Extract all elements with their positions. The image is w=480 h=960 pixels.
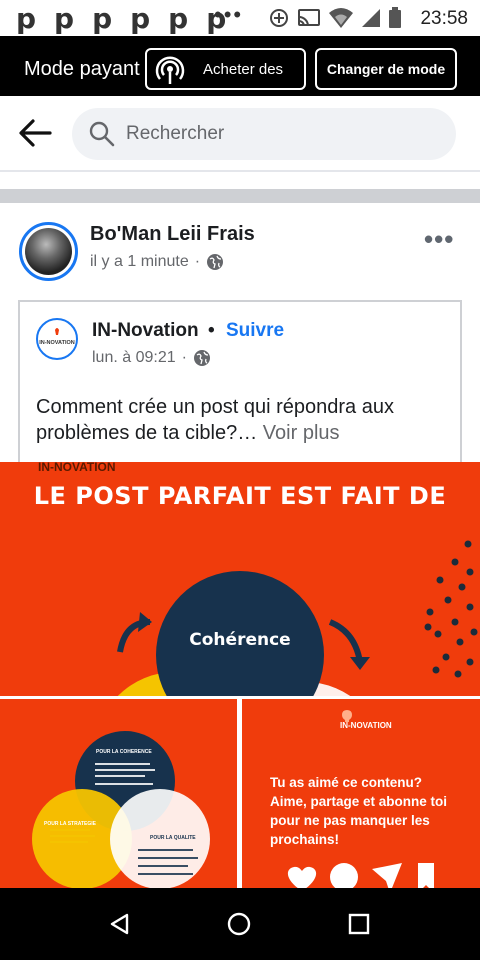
author-avatar[interactable]	[19, 222, 78, 281]
post-image-venn[interactable]: POUR LA COHERENCE POUR LA STRATEGIE POUR…	[0, 699, 237, 888]
author-name[interactable]: Bo'Man Leii Frais	[90, 223, 255, 246]
search-icon	[89, 121, 115, 147]
venn-left-label: POUR LA STRATEGIE	[44, 821, 96, 827]
shared-post-time[interactable]: lun. à 09:21	[92, 349, 176, 367]
data-saver-icon	[270, 9, 288, 27]
send-icon	[372, 863, 402, 888]
bookmark-icon	[418, 863, 434, 888]
globe-icon	[193, 350, 210, 366]
status-bar: pppppp ••• 23:58	[0, 0, 480, 36]
section-divider	[0, 189, 480, 203]
shared-post-meta: lun. à 09:21 ·	[92, 349, 211, 367]
social-actions-icons	[287, 863, 434, 888]
battery-icon	[389, 7, 401, 28]
nav-recents-icon[interactable]	[347, 912, 371, 936]
venn-right-label: POUR LA QUALITE	[150, 835, 196, 841]
page-avatar[interactable]: IN-NOVATION	[36, 318, 78, 360]
post-time[interactable]: il y a 1 minute	[90, 253, 189, 271]
see-more-link[interactable]: Voir plus	[263, 422, 340, 444]
post-meta: il y a 1 minute ·	[90, 253, 224, 271]
dot-pattern	[424, 540, 478, 678]
cast-icon	[298, 9, 320, 27]
follow-link[interactable]: Suivre	[226, 320, 284, 342]
heart-icon	[287, 866, 317, 888]
post-text: Comment crée un post qui répondra aux pr…	[36, 394, 456, 446]
post-body: Comment crée un post qui répondra aux pr…	[36, 396, 394, 444]
meta-separator: ·	[194, 253, 201, 270]
change-mode-button[interactable]: Changer de mode	[315, 48, 457, 90]
shared-meta-separator: ·	[181, 349, 187, 366]
svg-text:IN-NOVATION: IN-NOVATION	[39, 340, 75, 346]
signal-icon	[362, 9, 380, 27]
search-placeholder: Rechercher	[126, 123, 225, 144]
buy-data-button[interactable]: Acheter des	[145, 48, 306, 90]
post-options-icon[interactable]: •••	[424, 224, 454, 255]
shared-post-card: IN-NOVATION IN-Novation • Suivre lun. à …	[18, 300, 462, 470]
system-icons	[268, 7, 402, 29]
globe-icon	[207, 254, 224, 270]
search-input[interactable]: Rechercher	[72, 108, 456, 160]
nav-home-icon[interactable]	[226, 911, 252, 937]
paid-mode-banner: Mode payant Acheter des Changer de mode	[0, 36, 480, 96]
cta-text: Tu as aimé ce contenu? Aime, partage et …	[270, 775, 448, 847]
notification-icons: pppppp	[16, 2, 245, 35]
cta-logo: IN-NOVATION	[340, 721, 392, 730]
comment-icon	[330, 863, 358, 888]
buy-data-label: Acheter des	[203, 61, 284, 78]
venn-top-label: POUR LA COHERENCE	[96, 749, 152, 755]
page-name[interactable]: IN-Novation	[92, 320, 199, 342]
search-header: Rechercher	[0, 96, 480, 172]
page-logo-icon: IN-NOVATION	[39, 322, 75, 356]
back-arrow-icon[interactable]	[18, 118, 52, 148]
post-image-cta[interactable]: IN-NOVATION Tu as aimé ce contenu? Aime,…	[242, 699, 480, 888]
post-image-main[interactable]: IN-NOVATION LE POST PARFAIT EST FAIT DE …	[0, 462, 480, 696]
clock: 23:58	[420, 8, 468, 29]
nav-back-icon[interactable]	[108, 912, 130, 936]
broadcast-icon	[155, 56, 185, 84]
mode-label: Mode payant	[24, 58, 140, 80]
wifi-icon	[329, 8, 353, 28]
venn-illustration	[117, 540, 478, 696]
venn-diagram	[32, 731, 210, 888]
system-nav-bar	[0, 888, 480, 960]
name-bullet: •	[208, 320, 215, 341]
more-notifications-icon: •••	[214, 2, 244, 27]
circle-label: Cohérence	[189, 630, 291, 650]
